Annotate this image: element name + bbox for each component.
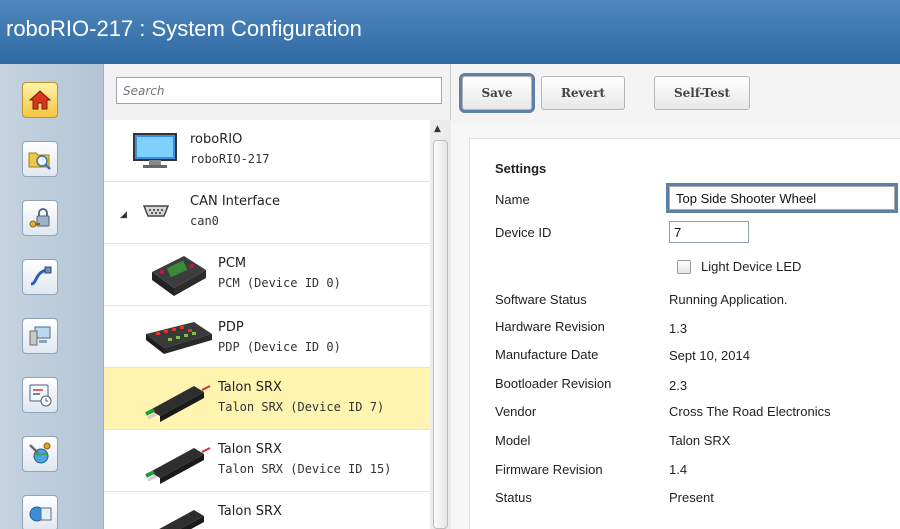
folder-search-icon	[28, 152, 51, 170]
settings-panel: Settings Name Device ID Light Device LED…	[451, 124, 900, 529]
device-id-label: Device ID	[495, 225, 552, 240]
device-row-talon-srx[interactable]: Talon SRX	[104, 492, 430, 529]
title-bar: roboRIO-217 : System Configuration	[0, 0, 900, 64]
device-row-pdp[interactable]: PDP PDP (Device ID 0)	[104, 306, 430, 368]
model-label: Model	[495, 433, 531, 448]
talon-srx-icon	[145, 447, 211, 484]
bootloader-revision-label: Bootloader Revision	[495, 376, 612, 391]
device-subtitle: PDP (Device ID 0)	[218, 340, 341, 354]
firmware-revision-value: 1.4	[669, 462, 688, 477]
pdp-board-icon	[146, 322, 212, 354]
home-button[interactable]	[22, 82, 58, 118]
device-row-talon-srx-7[interactable]: Talon SRX Talon SRX (Device ID 7)	[104, 368, 430, 430]
device-subtitle: Talon SRX (Device ID 7)	[218, 400, 385, 414]
name-label: Name	[495, 192, 530, 207]
device-name: Talon SRX	[218, 442, 282, 457]
network-cable-icon	[30, 266, 52, 286]
name-input[interactable]	[666, 183, 898, 213]
settings-title: Settings	[495, 161, 547, 176]
hardware-revision-label: Hardware Revision	[495, 319, 605, 334]
device-subtitle: can0	[190, 214, 219, 228]
software-status-label: Software Status	[495, 292, 587, 307]
device-name: PDP	[218, 320, 244, 335]
device-name: Talon SRX	[218, 504, 282, 519]
bootloader-revision-value: 2.3	[669, 378, 688, 393]
serial-port-icon	[142, 205, 170, 217]
vendor-label: Vendor	[495, 404, 537, 419]
device-subtitle: PCM (Device ID 0)	[218, 276, 341, 290]
talon-srx-icon	[145, 385, 211, 422]
monitoring-button[interactable]	[22, 318, 58, 354]
status-value: Present	[669, 490, 714, 505]
checkbox-box[interactable]	[677, 259, 691, 274]
lock-key-icon	[29, 208, 50, 228]
network-button[interactable]	[22, 259, 58, 295]
revert-button[interactable]: Revert	[541, 76, 625, 110]
device-list-panel: roboRIO roboRIO-217 ◢ CAN Interface can0	[104, 64, 451, 529]
nav-rail	[0, 64, 104, 529]
device-subtitle: roboRIO-217	[190, 152, 270, 166]
firmware-revision-label: Firmware Revision	[495, 462, 603, 477]
software-status-value: Running Application.	[669, 292, 788, 307]
light-led-label: Light Device LED	[701, 259, 802, 274]
settings-card: Settings Name Device ID Light Device LED…	[469, 138, 900, 529]
self-test-button[interactable]: Self-Test	[654, 76, 750, 110]
device-row-can-interface[interactable]: ◢ CAN Interface can0	[104, 182, 430, 244]
device-list-scrollbar[interactable]: ▲	[430, 120, 451, 529]
toolbar: Save Revert Self-Test	[451, 64, 900, 124]
scroll-thumb[interactable]	[433, 140, 448, 529]
status-label: Status	[495, 490, 532, 505]
talon-srx-icon	[159, 510, 204, 529]
hardware-revision-value: 1.3	[669, 321, 688, 336]
light-led-checkbox[interactable]: Light Device LED	[677, 259, 801, 274]
device-row-talon-srx-15[interactable]: Talon SRX Talon SRX (Device ID 15)	[104, 430, 430, 492]
model-value: Talon SRX	[669, 433, 731, 448]
save-button[interactable]: Save	[459, 73, 535, 113]
device-row-roborio[interactable]: roboRIO roboRIO-217	[104, 120, 430, 182]
vendor-value: Cross The Road Electronics	[669, 404, 831, 419]
device-name: Talon SRX	[218, 380, 282, 395]
monitoring-clock-icon	[29, 384, 52, 407]
device-subtitle: Talon SRX (Device ID 15)	[218, 462, 392, 476]
security-button[interactable]	[22, 200, 58, 236]
web-button[interactable]	[22, 495, 58, 529]
manufacture-date-value: Sept 10, 2014	[669, 348, 750, 363]
pcm-module-icon	[152, 256, 206, 296]
tools-globe-icon	[29, 442, 51, 464]
expander-icon[interactable]: ◢	[120, 210, 127, 220]
globe-window-icon	[29, 506, 52, 522]
window-title: roboRIO-217 : System Configuration	[6, 16, 362, 41]
device-name: PCM	[218, 256, 247, 271]
device-row-pcm[interactable]: PCM PCM (Device ID 0)	[104, 244, 430, 306]
device-tree: roboRIO roboRIO-217 ◢ CAN Interface can0	[104, 120, 430, 529]
browse-button[interactable]	[22, 141, 58, 177]
schedule-button[interactable]	[22, 377, 58, 413]
device-id-input[interactable]	[669, 221, 749, 243]
home-icon	[28, 90, 52, 110]
scroll-up-arrow-icon[interactable]: ▲	[434, 124, 441, 134]
computer-icon	[29, 326, 51, 346]
manufacture-date-label: Manufacture Date	[495, 347, 599, 362]
tools-button[interactable]	[22, 436, 58, 472]
monitor-icon	[133, 133, 177, 168]
search-input[interactable]	[116, 77, 442, 104]
device-name: roboRIO	[190, 132, 243, 147]
device-name: CAN Interface	[190, 194, 281, 209]
